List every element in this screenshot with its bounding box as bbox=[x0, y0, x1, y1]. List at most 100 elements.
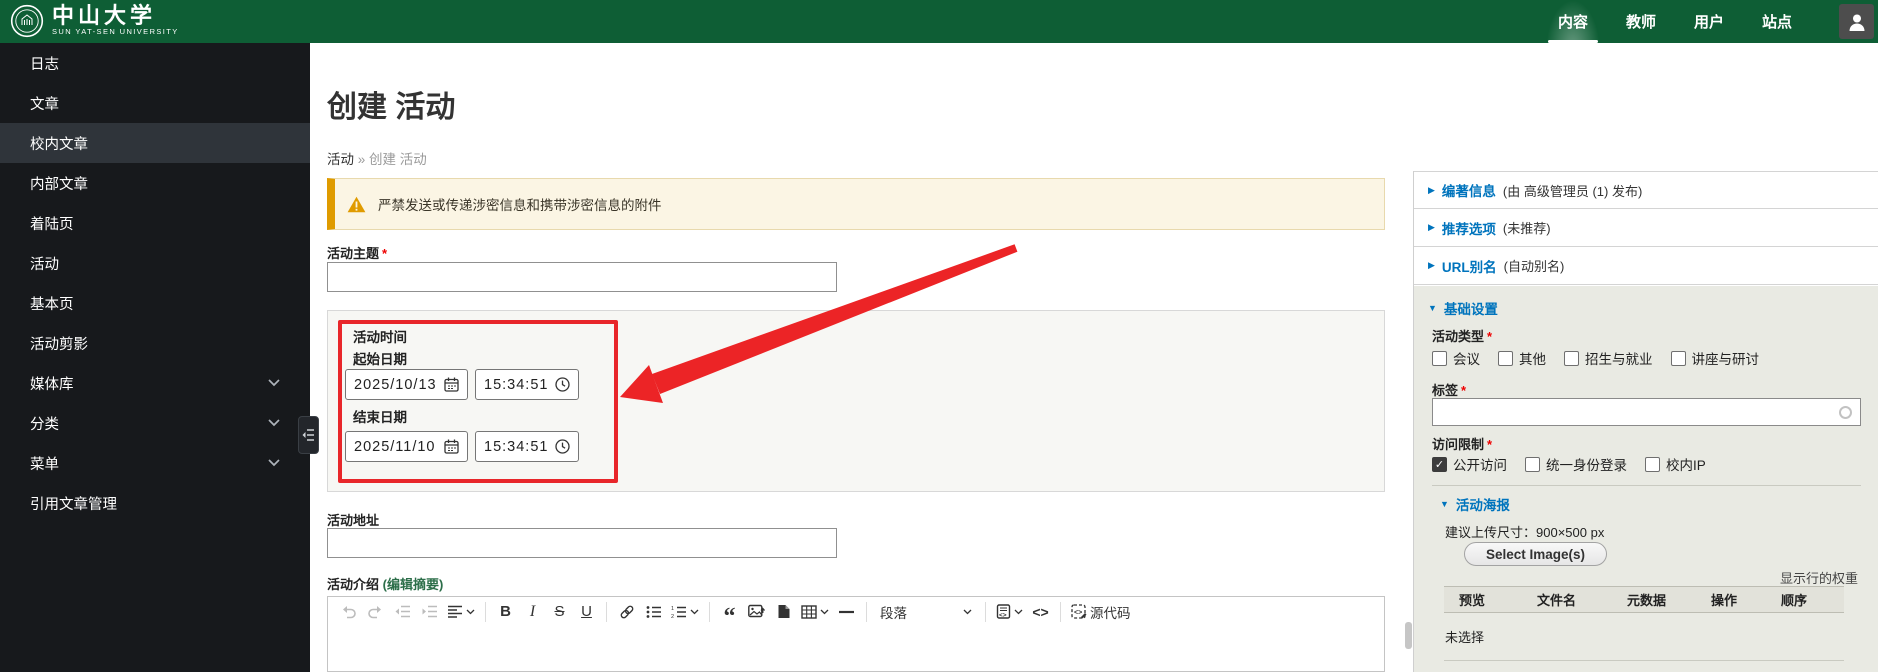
svg-text:1: 1 bbox=[671, 606, 674, 612]
start-date-input[interactable]: 2025/10/13 bbox=[345, 369, 468, 400]
sidebar-item-activity-snapshot[interactable]: 活动剪影 bbox=[0, 323, 310, 363]
horizontal-line-button[interactable] bbox=[834, 599, 859, 624]
sidebar-item-menu[interactable]: 菜单 bbox=[0, 443, 310, 483]
sidebar-item-taxonomy[interactable]: 分类 bbox=[0, 403, 310, 443]
svg-text:<>: <> bbox=[1074, 609, 1082, 616]
top-navigation: 内容 教师 用户 站点 bbox=[1545, 0, 1804, 43]
chevron-down-icon bbox=[963, 609, 972, 614]
italic-icon: I bbox=[529, 602, 536, 620]
checkbox-icon bbox=[1432, 350, 1447, 366]
outdent-button[interactable] bbox=[390, 599, 415, 624]
sidebar-item-internal-article[interactable]: 内部文章 bbox=[0, 163, 310, 203]
sidebar-item-quoted-article-admin[interactable]: 引用文章管理 bbox=[0, 483, 310, 523]
chevron-down-icon bbox=[268, 419, 280, 427]
checkbox-checked-icon: ✓ bbox=[1432, 456, 1447, 472]
source-code-button[interactable]: <> 源代码 bbox=[1068, 599, 1134, 624]
sidebar-item-article[interactable]: 文章 bbox=[0, 83, 310, 123]
triangle-down-icon: ▼ bbox=[1428, 303, 1437, 313]
poster-table-empty: 未选择 bbox=[1445, 630, 1485, 645]
link-icon bbox=[620, 605, 633, 618]
clock-icon bbox=[555, 439, 570, 454]
calendar-icon bbox=[444, 439, 459, 454]
checkbox-other[interactable]: 其他 bbox=[1498, 348, 1546, 368]
start-date-label: 起始日期 bbox=[353, 352, 407, 367]
media-embed-button[interactable]: <> bbox=[993, 599, 1026, 624]
checkbox-campus-ip[interactable]: 校内IP bbox=[1645, 454, 1706, 474]
start-time-input[interactable]: 15:34:51 bbox=[475, 369, 579, 400]
table-button[interactable] bbox=[798, 599, 832, 624]
poster-section-header[interactable]: ▼ 活动海报 bbox=[1440, 494, 1510, 514]
redo-button[interactable] bbox=[363, 599, 388, 624]
scrollbar-thumb[interactable] bbox=[1405, 622, 1412, 649]
activity-time-group: 活动时间 起始日期 2025/10/13 15:34:51 结束日期 2025/… bbox=[327, 310, 1385, 492]
checkbox-sso-login[interactable]: 统一身份登录 bbox=[1525, 454, 1627, 474]
nav-item-user[interactable]: 用户 bbox=[1682, 0, 1736, 43]
sidebar-item-campus-article[interactable]: 校内文章 bbox=[0, 123, 310, 163]
undo-icon bbox=[343, 606, 356, 619]
bold-button[interactable]: B bbox=[493, 599, 518, 624]
source-code-icon: <> bbox=[1071, 603, 1087, 619]
select-images-button[interactable]: Select Image(s) bbox=[1464, 542, 1607, 566]
checkbox-public-access[interactable]: ✓ 公开访问 bbox=[1432, 454, 1507, 474]
sidebar-item-log[interactable]: 日志 bbox=[0, 43, 310, 83]
checkbox-lecture-seminar[interactable]: 讲座与研讨 bbox=[1670, 348, 1759, 368]
nav-item-site[interactable]: 站点 bbox=[1750, 0, 1804, 43]
section-authoring-info[interactable]: ▶ 编著信息 (由 高级管理员 (1) 发布) bbox=[1414, 171, 1878, 209]
link-button[interactable] bbox=[614, 599, 639, 624]
underline-icon: U bbox=[581, 603, 592, 620]
nav-item-teacher[interactable]: 教师 bbox=[1614, 0, 1668, 43]
basic-settings-header[interactable]: ▼ 基础设置 bbox=[1428, 298, 1498, 318]
indent-button[interactable] bbox=[417, 599, 442, 624]
tags-input[interactable] bbox=[1432, 398, 1861, 426]
university-logo[interactable]: 中山大学 SUN YAT-SEN UNIVERSITY bbox=[10, 4, 179, 38]
subject-input[interactable] bbox=[327, 262, 837, 292]
template-button[interactable] bbox=[771, 599, 796, 624]
sidebar-collapse-handle[interactable] bbox=[298, 416, 319, 454]
toolbar-separator bbox=[709, 601, 710, 622]
code-icon: <> bbox=[1032, 603, 1049, 620]
alignment-button[interactable] bbox=[444, 599, 478, 624]
editor-content-area[interactable] bbox=[327, 626, 1385, 672]
nav-item-content[interactable]: 内容 bbox=[1545, 0, 1600, 43]
checkbox-icon bbox=[1645, 456, 1660, 472]
strikethrough-button[interactable]: S bbox=[547, 599, 572, 624]
sidebar-item-activity[interactable]: 活动 bbox=[0, 243, 310, 283]
show-row-weights-link[interactable]: 显示行的权重 bbox=[1780, 568, 1858, 587]
undo-button[interactable] bbox=[336, 599, 361, 624]
checkbox-meeting[interactable]: 会议 bbox=[1432, 348, 1480, 368]
chevron-down-icon bbox=[466, 609, 475, 614]
bulleted-list-button[interactable] bbox=[641, 599, 666, 624]
end-date-input[interactable]: 2025/11/10 bbox=[345, 431, 468, 462]
underline-button[interactable]: U bbox=[574, 599, 599, 624]
numbered-list-button[interactable]: 12 bbox=[668, 599, 702, 624]
sidebar-item-landing-page[interactable]: 着陆页 bbox=[0, 203, 310, 243]
end-time-input[interactable]: 15:34:51 bbox=[475, 431, 579, 462]
calendar-icon bbox=[444, 377, 459, 392]
triangle-right-icon: ▶ bbox=[1428, 222, 1435, 232]
collapse-menu-icon bbox=[302, 429, 314, 441]
access-restriction-label: 访问限制 * bbox=[1432, 437, 1493, 452]
code-button[interactable]: <> bbox=[1028, 599, 1053, 624]
breadcrumb-current: 创建 活动 bbox=[369, 152, 427, 167]
section-url-alias[interactable]: ▶ URL别名 (自动别名) bbox=[1414, 247, 1878, 285]
sidebar-item-basic-page[interactable]: 基本页 bbox=[0, 283, 310, 323]
svg-text:<>: <> bbox=[999, 612, 1007, 619]
edit-summary-link[interactable]: (编辑摘要) bbox=[383, 577, 444, 592]
indent-icon bbox=[422, 605, 437, 618]
section-promotion-options[interactable]: ▶ 推荐选项 (未推荐) bbox=[1414, 209, 1878, 247]
checkbox-admission-employment[interactable]: 招生与就业 bbox=[1564, 348, 1653, 368]
paragraph-style-dropdown[interactable]: 段落 bbox=[874, 599, 978, 624]
sidebar-item-media-library[interactable]: 媒体库 bbox=[0, 363, 310, 403]
breadcrumb-link-activity[interactable]: 活动 bbox=[327, 152, 354, 167]
checkbox-icon bbox=[1564, 350, 1579, 366]
blockquote-button[interactable]: “ bbox=[717, 599, 742, 629]
bulleted-list-icon bbox=[646, 605, 661, 618]
address-label: 活动地址 bbox=[327, 513, 380, 528]
insert-image-button[interactable] bbox=[744, 599, 769, 624]
section-basic-settings: ▼ 基础设置 活动类型 * 会议 其他 招生与就业 讲座与研讨 标签 * 访问限制 *… bbox=[1414, 286, 1878, 672]
italic-button[interactable]: I bbox=[520, 599, 545, 624]
image-upload-icon bbox=[748, 604, 765, 618]
address-input[interactable] bbox=[327, 528, 837, 558]
document-icon bbox=[778, 605, 789, 618]
user-avatar[interactable] bbox=[1839, 4, 1874, 39]
